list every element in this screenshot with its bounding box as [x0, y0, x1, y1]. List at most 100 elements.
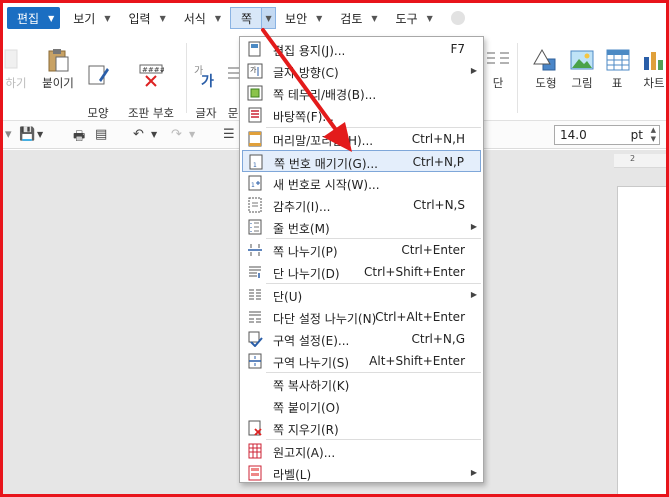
format-brush-icon [88, 65, 109, 85]
menu-item-page-break[interactable]: 쪽 나누기(P) Ctrl+Enter [242, 239, 481, 261]
page-border-icon [247, 85, 263, 101]
menu-item-label: 편집 용지(J)... [273, 44, 346, 58]
menu-page-label: 쪽 [241, 11, 253, 26]
save-icon[interactable]: 💾 [19, 127, 35, 142]
menu-item-label: 글자 방향(C) [273, 66, 339, 80]
picture-label: 그림 [571, 76, 593, 90]
menu-security-label: 보안 [285, 11, 308, 26]
svg-text:1: 1 [253, 162, 257, 169]
menu-tools[interactable]: 도구 ▼ [387, 7, 442, 29]
chevron-down-icon[interactable]: ▼ [151, 130, 157, 139]
master-page-icon [248, 107, 262, 123]
menu-item-label: 단(U) [273, 290, 303, 304]
line-number-icon [248, 219, 262, 235]
menu-item-section-settings[interactable]: 구역 설정(E)... Ctrl+N,G [242, 328, 481, 350]
paste-button[interactable]: 붙이기 [39, 47, 77, 91]
menu-page[interactable]: 쪽 ▼ [230, 7, 277, 29]
ruler-mark: 2 [630, 154, 636, 163]
menu-item-label: 다단 설정 나누기(N) [273, 312, 377, 326]
menu-item-column-break[interactable]: 단 나누기(D) Ctrl+Shift+Enter [242, 261, 481, 283]
print-preview-icon[interactable]: ▤ [95, 127, 107, 142]
menu-review[interactable]: 검토 ▼ [331, 7, 386, 29]
menu-item-master-page[interactable]: 바탕쪽(F)... [242, 104, 481, 126]
chevron-down-icon[interactable]: ▾ [5, 127, 12, 142]
font-size-value: 14.0 [560, 128, 587, 142]
menu-item-label: 원고지(A)... [273, 446, 336, 460]
menu-item-shortcut: Ctrl+N,S [413, 198, 465, 212]
shape-label: 도형 [535, 76, 557, 90]
menu-item-section-break[interactable]: 구역 나누기(S) Alt+Shift+Enter [242, 350, 481, 372]
menu-item-label: 쪽 복사하기(K) [273, 379, 350, 393]
menu-item-new-number[interactable]: 1 새 번호로 시작(W)... [242, 172, 481, 194]
spinner-icon[interactable]: ▲ ▼ [651, 126, 656, 144]
hide-icon [248, 197, 262, 213]
font-size-field[interactable]: 14.0 pt ▲ ▼ [554, 125, 660, 145]
chevron-down-icon[interactable]: ▼ [37, 130, 43, 139]
print-icon[interactable]: 🖶 [73, 127, 85, 149]
column-break-icon [249, 266, 261, 278]
page-break-icon [248, 244, 262, 256]
ribbon-divider [517, 43, 518, 113]
menu-item-manuscript[interactable]: 원고지(A)... [242, 440, 481, 462]
manuscript-icon [248, 443, 262, 459]
cut-button[interactable]: 하기 [1, 47, 31, 91]
menu-item-label: 구역 나누기(S) [273, 356, 349, 370]
menu-item-shortcut: Ctrl+N,G [411, 332, 466, 346]
section-break-icon [248, 353, 262, 369]
menu-item-shortcut: Ctrl+Shift+Enter [364, 265, 465, 279]
menu-item-columns[interactable]: 단(U) ▶ [242, 284, 481, 306]
menu-item-shortcut: F7 [450, 42, 465, 56]
multi-column-break-icon [249, 311, 261, 323]
undo-icon[interactable]: ↶ [133, 127, 144, 142]
menu-edit-label: 편집 [17, 11, 40, 26]
submenu-arrow-icon: ▶ [470, 66, 477, 75]
menu-view[interactable]: 보기 ▼ [64, 7, 119, 29]
column-label: 단 [492, 76, 504, 90]
label-icon [248, 465, 262, 481]
clipboard-icon [48, 49, 69, 72]
menu-item-label: 바탕쪽(F)... [273, 110, 334, 124]
menu-item-text-direction[interactable]: 가 글자 방향(C) ▶ [242, 60, 481, 82]
shape-button[interactable]: 도형 [529, 47, 563, 91]
chevron-down-icon[interactable]: ▼ [189, 130, 195, 139]
ruler: 2 [614, 154, 666, 168]
menu-format[interactable]: 서식 ▼ [175, 7, 230, 29]
menu-item-line-number[interactable]: 줄 번호(M) ▶ [242, 216, 481, 238]
paste-label: 붙이기 [42, 76, 74, 90]
chevron-down-icon: ▼ [261, 8, 276, 28]
redo-icon[interactable]: ↷ [171, 127, 182, 142]
svg-text:가: 가 [250, 65, 257, 74]
column-button[interactable]: 단 [485, 47, 511, 91]
table-icon [606, 49, 630, 71]
menu-item-copy-page[interactable]: 쪽 복사하기(K) [242, 373, 481, 395]
menu-item-label: 쪽 붙이기(O) [273, 401, 340, 415]
menu-item-page-number[interactable]: 1 쪽 번호 매기기(G)... Ctrl+N,P [242, 150, 481, 172]
menu-item-paste-page[interactable]: 쪽 붙이기(O) [242, 395, 481, 417]
menu-item-delete-page[interactable]: 쪽 지우기(R) [242, 417, 481, 439]
menu-item-page-setup[interactable]: 편집 용지(J)... F7 [242, 38, 481, 60]
menu-item-page-border[interactable]: 쪽 테두리/배경(B)... [242, 82, 481, 104]
menu-item-multi-column-break[interactable]: 다단 설정 나누기(N) Ctrl+Alt+Enter [242, 306, 481, 328]
menu-security[interactable]: 보안 ▼ [276, 7, 331, 29]
clear-marks-icon: #### [139, 64, 164, 87]
document-page[interactable] [617, 186, 666, 494]
align-icon[interactable]: ☰ [223, 127, 235, 142]
text-direction-icon: 가 [247, 63, 263, 79]
menu-item-hide[interactable]: 감추기(I)... Ctrl+N,S [242, 194, 481, 216]
picture-button[interactable]: 그림 [567, 47, 597, 91]
page-setup-icon [248, 41, 261, 57]
table-label: 표 [611, 76, 623, 90]
menu-item-header-footer[interactable]: 머리말/꼬리말(H)... Ctrl+N,H [242, 128, 481, 150]
chart-button[interactable]: 차트 [637, 47, 669, 91]
menu-item-shortcut: Ctrl+Enter [401, 243, 465, 257]
menu-item-label-sheet[interactable]: 라벨(L) ▶ [242, 462, 481, 484]
menu-item-label: 쪽 나누기(P) [273, 245, 338, 259]
menu-insert-label: 입력 [128, 11, 151, 26]
font-size-unit: pt [630, 128, 643, 142]
menu-extra[interactable] [442, 7, 474, 29]
table-button[interactable]: 표 [605, 47, 630, 91]
menu-edit[interactable]: 편집 ▼ [7, 7, 61, 29]
menu-item-shortcut: Ctrl+N,P [412, 155, 464, 169]
menu-insert[interactable]: 입력 ▼ [120, 7, 175, 29]
svg-text:####: #### [142, 66, 164, 74]
